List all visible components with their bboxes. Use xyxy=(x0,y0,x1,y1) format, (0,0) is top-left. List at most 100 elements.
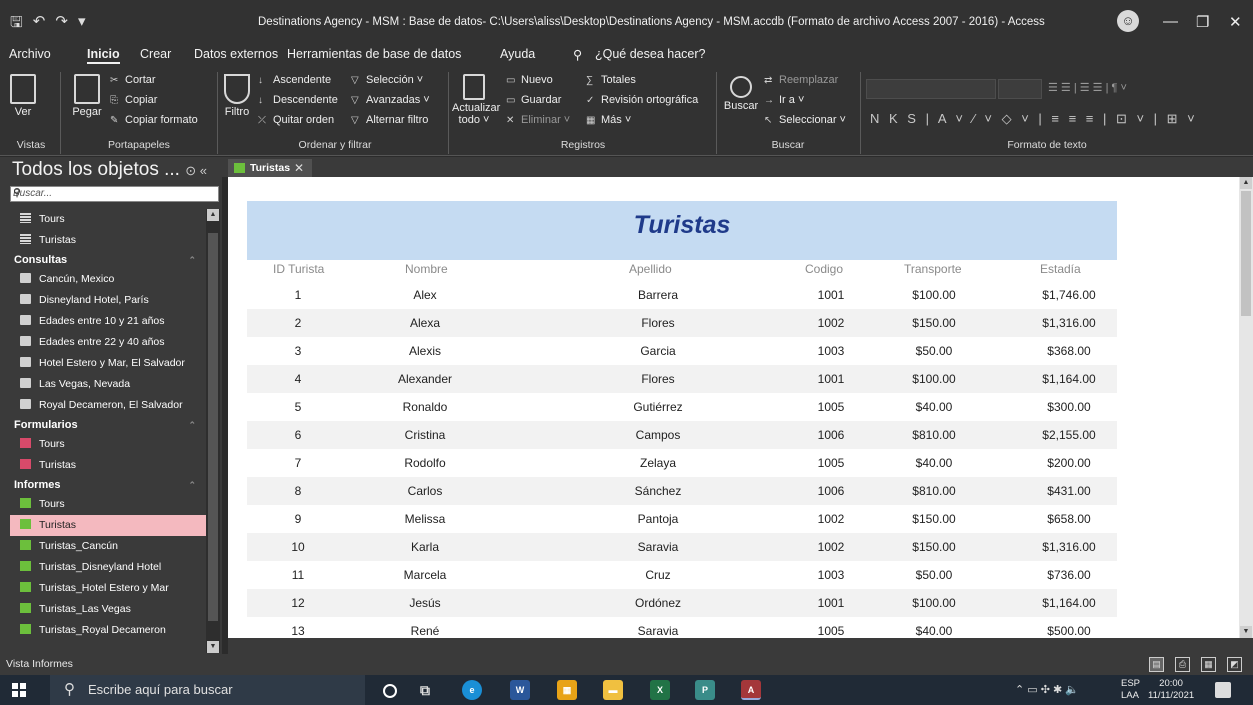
excel-icon[interactable]: X xyxy=(650,680,670,700)
nav-report-item[interactable]: Turistas_Royal Decameron xyxy=(10,620,206,641)
tell-me-box[interactable]: ¿Qué desea hacer? xyxy=(595,47,706,61)
nav-scroll-thumb[interactable] xyxy=(208,233,218,621)
nav-query-item[interactable]: Las Vegas, Nevada xyxy=(10,374,206,395)
report-view-icon[interactable]: ▤ xyxy=(1149,657,1164,672)
windows-start-icon[interactable] xyxy=(12,683,26,697)
nav-report-item[interactable]: Turistas_Hotel Estero y Mar xyxy=(10,578,206,599)
publisher-icon[interactable]: P xyxy=(695,680,715,700)
tab-turistas[interactable]: Turistas ✕ xyxy=(228,159,312,177)
font-size-box[interactable] xyxy=(998,79,1042,99)
minimize-button[interactable]: — xyxy=(1163,13,1178,30)
task-view-icon[interactable]: ⧉ xyxy=(415,680,435,700)
customize-icon[interactable]: ▾ xyxy=(78,12,86,37)
design-view-icon[interactable]: ◩ xyxy=(1227,657,1242,672)
descending-button[interactable]: ↓ Descendente xyxy=(258,94,338,106)
search-icon[interactable]: ⚲ xyxy=(13,186,216,199)
selection-button[interactable]: ▽ Selección ˅ xyxy=(351,74,423,86)
delete-record-button[interactable]: ✕ Eliminar ˅ xyxy=(506,114,570,126)
word-icon[interactable]: W xyxy=(510,680,530,700)
nav-group-informes[interactable]: Informes ⌃ xyxy=(10,476,206,494)
nav-report-item[interactable]: Turistas_Cancún xyxy=(10,536,206,557)
ascending-button[interactable]: ↓ Ascendente xyxy=(258,74,331,86)
access-icon[interactable]: A xyxy=(741,680,761,700)
nav-report-item[interactable]: Turistas_Las Vegas xyxy=(10,599,206,620)
cut-button[interactable]: ✂ Cortar xyxy=(110,74,156,86)
horizontal-scrollbar[interactable] xyxy=(228,638,1253,654)
totals-button[interactable]: ∑ Totales xyxy=(586,74,636,86)
scroll-down-icon[interactable]: ▼ xyxy=(1240,626,1252,638)
scroll-up-icon[interactable]: ▲ xyxy=(1240,177,1252,189)
format-painter-button[interactable]: ✎ Copiar formato xyxy=(110,114,198,126)
cortana-icon[interactable] xyxy=(383,684,397,698)
layout-view-icon[interactable]: ▦ xyxy=(1201,657,1216,672)
refresh-all-button[interactable]: Actualizar todo ˅ xyxy=(452,74,500,126)
nav-query-item[interactable]: Disneyland Hotel, París xyxy=(10,290,206,311)
spelling-button[interactable]: ✓ Revisión ortográfica xyxy=(586,94,698,106)
redo-icon[interactable]: ↷ xyxy=(55,12,68,37)
nav-report-item-selected[interactable]: Turistas xyxy=(10,515,206,536)
close-tab-icon[interactable]: ✕ xyxy=(294,159,304,177)
find-button[interactable]: Buscar xyxy=(722,76,760,112)
store-icon[interactable]: ▦ xyxy=(557,680,577,700)
menu-herramientas[interactable]: Herramientas de base de datos xyxy=(287,47,461,61)
system-tray-icons[interactable]: ⌃ ▭ ✣ ✱ 🔈 xyxy=(1015,683,1079,696)
more-button[interactable]: ▦ Más ˅ xyxy=(586,114,631,126)
nav-form-item[interactable]: Turistas xyxy=(10,455,206,476)
replace-button[interactable]: ⇄ Reemplazar xyxy=(764,74,838,86)
select-button[interactable]: ↖ Seleccionar ˅ xyxy=(764,114,846,126)
nav-table-tours[interactable]: Tours xyxy=(10,209,206,230)
close-button[interactable]: ✕ xyxy=(1229,13,1242,31)
clear-sort-button[interactable]: ⤫ Quitar orden xyxy=(258,114,334,126)
taskbar-search-box[interactable]: ⚲ Escribe aquí para buscar xyxy=(50,675,365,705)
nav-table-turistas[interactable]: Turistas xyxy=(10,230,206,251)
menu-ayuda[interactable]: Ayuda xyxy=(500,47,535,61)
nav-query-item[interactable]: Edades entre 22 y 40 años xyxy=(10,332,206,353)
scroll-down-icon[interactable]: ▼ xyxy=(207,641,219,653)
account-avatar-icon[interactable]: ☺ xyxy=(1117,10,1139,32)
font-name-box[interactable] xyxy=(866,79,996,99)
nav-query-item[interactable]: Edades entre 10 y 21 años xyxy=(10,311,206,332)
text-format-row[interactable]: N K S | A ˅ ⁄ ˅ ◇ ˅ | ≡ ≡ ≡ | ⊡ ˅ | ⊞ ˅ xyxy=(870,111,1198,127)
nav-query-item[interactable]: Cancún, Mexico xyxy=(10,269,206,290)
collapse-icon[interactable]: ⌃ xyxy=(188,416,196,434)
report-scrollbar[interactable]: ▲ ▼ xyxy=(1239,177,1253,638)
save-record-button[interactable]: ▭ Guardar xyxy=(506,94,561,106)
restore-button[interactable]: ❐ xyxy=(1196,13,1209,31)
file-explorer-icon[interactable]: ▬ xyxy=(603,680,623,700)
menu-crear[interactable]: Crear xyxy=(140,47,171,61)
nav-report-item[interactable]: Tours xyxy=(10,494,206,515)
nav-group-formularios[interactable]: Formularios ⌃ xyxy=(10,416,206,434)
menu-inicio[interactable]: Inicio xyxy=(87,47,120,64)
nav-report-item[interactable]: Turistas_Disneyland Hotel xyxy=(10,557,206,578)
collapse-icon[interactable]: ⌃ xyxy=(188,251,196,269)
collapse-icon[interactable]: ⌃ xyxy=(188,476,196,494)
print-preview-icon[interactable]: ⎙ xyxy=(1175,657,1190,672)
undo-icon[interactable]: ↶ xyxy=(33,12,46,37)
nav-pane-title[interactable]: Todos los objetos ... ⊙ « xyxy=(12,159,207,181)
toggle-filter-button[interactable]: ▽ Alternar filtro xyxy=(351,114,428,126)
list-buttons[interactable]: ☰ ☰ | ☰ ☰ | ¶ ˅ xyxy=(1048,81,1127,94)
paste-button[interactable]: Pegar xyxy=(68,74,106,118)
save-icon[interactable]: 🖫 xyxy=(10,12,23,37)
nav-menu-chevron-icon[interactable]: ⊙ « xyxy=(185,163,207,178)
nav-query-item[interactable]: Royal Decameron, El Salvador xyxy=(10,395,206,416)
copy-button[interactable]: ⎘ Copiar xyxy=(110,94,157,106)
new-record-button[interactable]: ▭ Nuevo xyxy=(506,74,553,86)
goto-button[interactable]: → Ir a ˅ xyxy=(764,94,804,106)
nav-query-item[interactable]: Hotel Estero y Mar, El Salvador xyxy=(10,353,206,374)
nav-scrollbar[interactable]: ▲ ▼ xyxy=(206,209,220,653)
notifications-icon[interactable] xyxy=(1215,682,1231,698)
filter-button[interactable]: Filtro xyxy=(222,74,252,118)
scroll-up-icon[interactable]: ▲ xyxy=(207,209,219,221)
nav-search-input[interactable]: Buscar... ⚲ xyxy=(10,186,219,202)
advanced-button[interactable]: ▽ Avanzadas ˅ xyxy=(351,94,430,106)
menu-archivo[interactable]: Archivo xyxy=(9,47,51,61)
nav-group-consultas[interactable]: Consultas ⌃ xyxy=(10,251,206,269)
language-indicator[interactable]: ESP LAA xyxy=(1121,678,1140,702)
menu-datos-externos[interactable]: Datos externos xyxy=(194,47,278,61)
view-button[interactable]: Ver xyxy=(8,74,38,118)
clock[interactable]: 20:00 11/11/2021 xyxy=(1148,678,1194,702)
report-scroll-thumb[interactable] xyxy=(1241,191,1251,316)
nav-form-item[interactable]: Tours xyxy=(10,434,206,455)
edge-icon[interactable]: e xyxy=(462,680,482,700)
